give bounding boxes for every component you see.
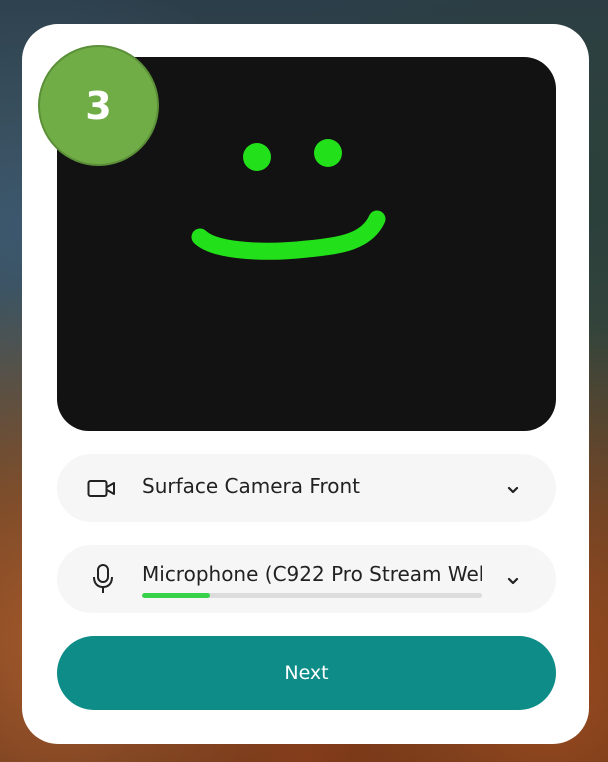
video-camera-icon <box>87 478 117 504</box>
microphone-select-value: Microphone (C922 Pro Stream Webcam) <box>142 562 482 586</box>
camera-select-value: Surface Camera Front <box>142 474 360 498</box>
smiley-mouth <box>191 210 386 260</box>
chevron-down-icon <box>506 571 520 590</box>
smiley-left-eye <box>243 143 271 171</box>
microphone-icon <box>92 563 114 599</box>
chevron-down-icon <box>506 480 520 499</box>
smiley-right-eye <box>314 139 342 167</box>
next-button[interactable]: Next <box>57 636 556 710</box>
camera-select[interactable]: Surface Camera Front <box>57 454 556 522</box>
microphone-select[interactable]: Microphone (C922 Pro Stream Webcam) <box>57 545 556 613</box>
microphone-level-fill <box>142 593 210 598</box>
microphone-level-meter <box>142 593 482 598</box>
step-number-badge: 3 <box>38 45 159 166</box>
